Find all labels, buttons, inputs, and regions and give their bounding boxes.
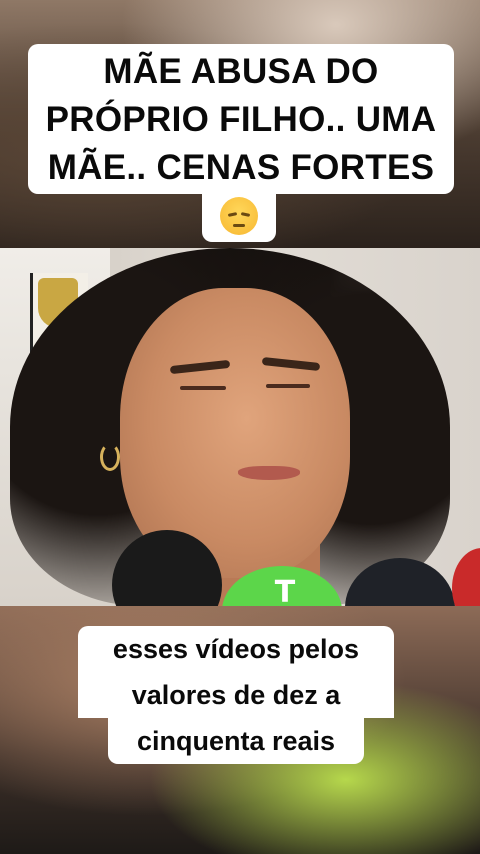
video-frame[interactable]: T [0, 248, 480, 606]
emoji-box [202, 190, 276, 242]
subtitle-line: esses vídeos pelos [78, 626, 394, 672]
subtitle-line: cinquenta reais [108, 718, 364, 764]
video-post: T MÃE ABUSA DO PRÓPRIO FILHO.. UMA MÃE..… [0, 0, 480, 854]
top-caption-line: PRÓPRIO FILHO.. UMA [45, 100, 437, 139]
earring [100, 443, 120, 471]
top-caption-line: MÃE ABUSA DO [103, 52, 379, 91]
pensive-face-icon [220, 197, 258, 235]
top-caption: MÃE ABUSA DO PRÓPRIO FILHO.. UMA MÃE.. C… [28, 44, 454, 194]
microphone-logo: T [274, 575, 296, 607]
top-caption-line: MÃE.. CENAS FORTES [47, 148, 435, 187]
speaker-left-eye [180, 386, 226, 390]
microphone-red [452, 548, 480, 606]
subtitle-line: valores de dez a [78, 672, 394, 718]
subtitle: esses vídeos pelos valores de dez a cinq… [78, 626, 394, 764]
speaker-mouth [238, 466, 300, 480]
speaker-right-eye [266, 384, 310, 388]
